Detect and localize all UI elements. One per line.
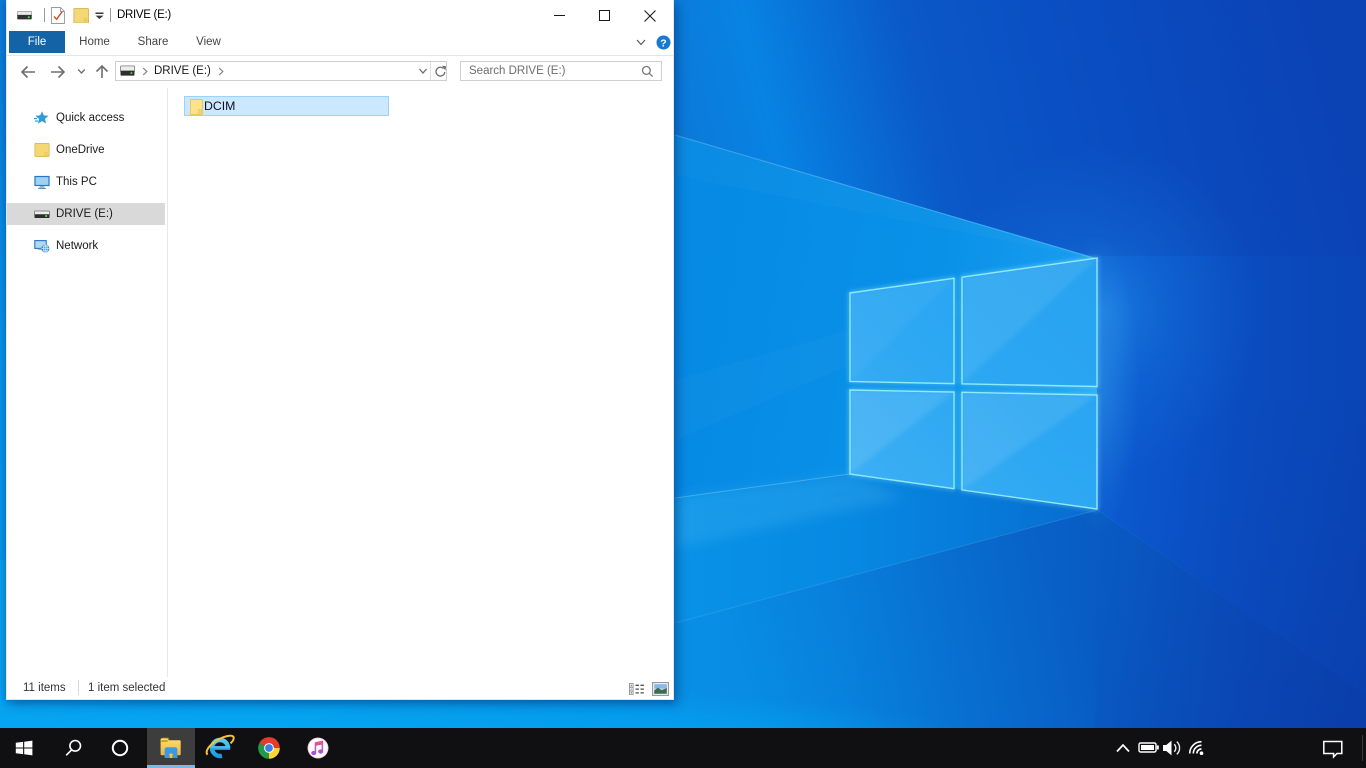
svg-text:?: ? xyxy=(660,37,666,49)
